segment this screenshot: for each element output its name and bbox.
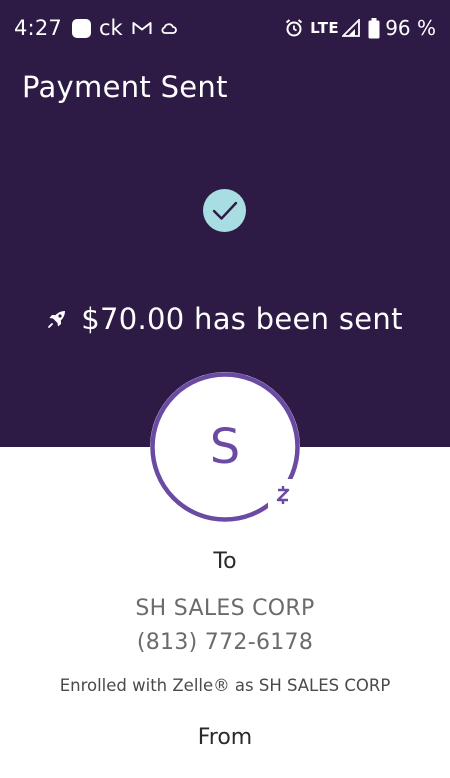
alarm-icon [284,18,304,38]
page-title: Payment Sent [22,70,228,104]
network-type: LTE [310,19,340,37]
rocket-icon [47,309,67,329]
status-bar: 4:27 ck LTE 96 % [0,0,450,56]
zelle-icon [268,479,298,511]
recipient-phone: (813) 772-6178 [136,630,314,655]
checkmark-icon [203,189,246,232]
confirmation-message: $70.00 has been sent [0,297,450,341]
enrolled-note: Enrolled with Zelle® as SH SALES CORP [59,676,391,695]
signal-icon [342,19,361,37]
gmail-icon [132,20,152,36]
sent-amount-text: $70.00 has been sent [81,302,403,336]
status-app-text: ck [98,16,123,40]
battery-percent: 96 % [385,16,436,40]
battery-icon [368,17,380,39]
app-notification-icon [71,18,91,38]
from-label: From [197,725,253,750]
recipient-name: SH SALES CORP [135,596,315,621]
status-left: 4:27 ck [14,14,177,42]
status-time: 4:27 [14,16,62,40]
status-right: LTE 96 % [275,14,436,42]
sender-details-cutoff [52,768,352,778]
to-label: To [213,549,237,574]
cloud-icon [161,21,177,35]
